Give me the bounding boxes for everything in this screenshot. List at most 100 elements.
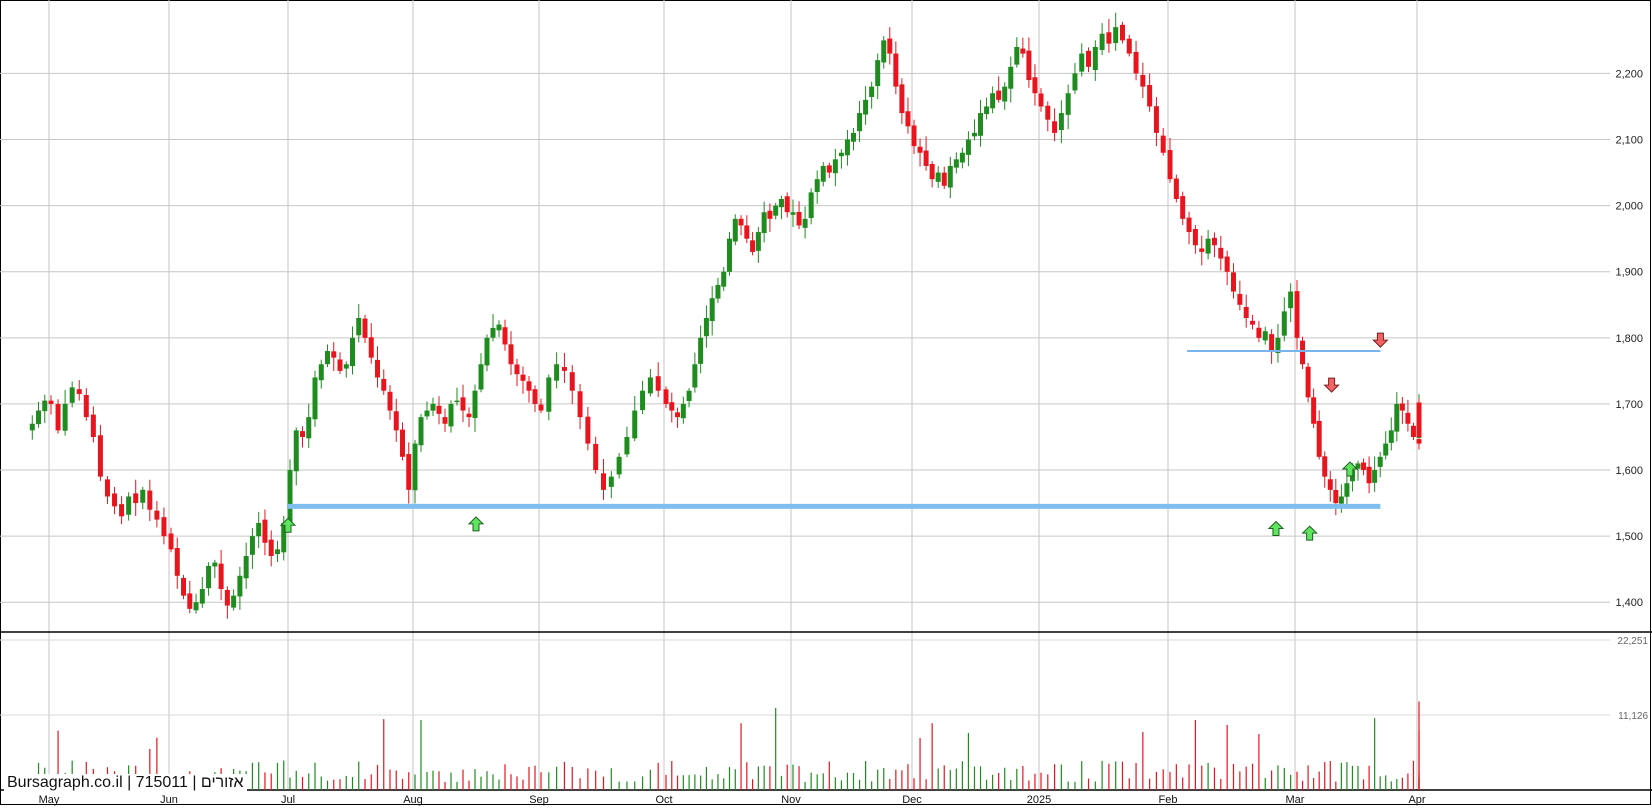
candle-body xyxy=(869,86,875,98)
candle-body xyxy=(199,589,205,604)
candle-body xyxy=(1086,50,1092,67)
candle-body xyxy=(526,381,532,391)
candle-body xyxy=(1099,33,1105,50)
candle-body xyxy=(703,317,709,337)
candle-body xyxy=(1316,420,1322,457)
candle-body xyxy=(1388,430,1394,443)
candle-body xyxy=(978,113,984,136)
candle-body xyxy=(1372,470,1378,483)
x-tick-label: 2025 xyxy=(1027,794,1051,806)
candle-body xyxy=(996,90,1002,100)
candle-body xyxy=(953,159,959,168)
x-tick-label: Apr xyxy=(1408,794,1425,806)
candle-body xyxy=(154,510,160,520)
candle-body xyxy=(1224,256,1230,272)
candle-body xyxy=(306,417,312,439)
candle-body xyxy=(887,38,893,54)
candle-body xyxy=(1218,247,1224,259)
candle-body xyxy=(1394,403,1400,432)
candle-body xyxy=(268,539,274,556)
candle-body xyxy=(312,377,318,420)
price-tick-label: 1,600 xyxy=(1615,465,1643,477)
candle-body xyxy=(990,93,996,109)
price-tick-label: 1,800 xyxy=(1615,333,1643,345)
candle-body xyxy=(1231,272,1236,292)
candle-body xyxy=(546,377,552,412)
candle-body xyxy=(790,212,796,215)
candle-body xyxy=(1192,228,1198,246)
candle-body xyxy=(454,400,460,403)
candle-body xyxy=(577,391,583,418)
candle-body xyxy=(585,416,591,444)
candle-body xyxy=(647,377,653,394)
volume-tick-label: 11,126 xyxy=(1618,711,1648,722)
candle-body xyxy=(502,327,508,345)
candle-body xyxy=(1256,327,1262,338)
candle-body xyxy=(1322,456,1328,477)
candle-body xyxy=(1180,196,1186,219)
candle-body xyxy=(1399,403,1405,411)
candle-body xyxy=(857,113,863,132)
candle-body xyxy=(532,389,538,404)
candle-body xyxy=(732,218,738,242)
candle-body xyxy=(274,549,280,555)
candle-body xyxy=(325,351,330,365)
candle-body xyxy=(826,165,832,173)
price-tick-label: 2,200 xyxy=(1615,68,1643,80)
candle-body xyxy=(686,390,692,401)
candle-body xyxy=(42,400,48,412)
candle-body xyxy=(1383,443,1389,456)
candle-body xyxy=(350,337,355,367)
candle-body xyxy=(1140,74,1146,87)
candle-body xyxy=(755,232,761,251)
candle-body xyxy=(941,172,947,186)
candle-body xyxy=(1147,85,1153,107)
candle-body xyxy=(343,364,349,369)
candle-body xyxy=(387,391,393,411)
candle-body xyxy=(1119,24,1125,41)
candle-body xyxy=(738,218,744,226)
candle-body xyxy=(1416,439,1422,444)
candle-body xyxy=(424,410,430,417)
candle-body xyxy=(362,318,368,338)
candle-body xyxy=(1377,456,1383,467)
candle-body xyxy=(140,489,146,503)
candle-body xyxy=(1160,135,1166,153)
candle-body xyxy=(368,337,374,358)
candle-body xyxy=(569,372,575,391)
candle-body xyxy=(412,443,418,491)
candle-body xyxy=(1113,27,1119,44)
candle-body xyxy=(893,53,899,87)
candle-body xyxy=(917,146,923,153)
candle-body xyxy=(126,496,132,515)
candle-body xyxy=(1288,291,1294,309)
x-tick-label: Sep xyxy=(529,794,549,806)
candle-body xyxy=(36,410,42,425)
candle-body xyxy=(48,400,54,404)
candle-body xyxy=(640,390,646,411)
candle-body xyxy=(1079,53,1085,72)
price-tick-label: 2,000 xyxy=(1615,201,1643,213)
candle-body xyxy=(984,106,990,115)
candle-body xyxy=(832,159,838,174)
chart-frame xyxy=(0,0,1651,805)
candle-body xyxy=(1269,334,1275,352)
candle-body xyxy=(318,364,324,381)
candle-body xyxy=(293,430,299,472)
candle-body xyxy=(761,212,767,234)
candle-body xyxy=(750,240,756,252)
candle-body xyxy=(601,473,606,490)
candle-body xyxy=(1020,48,1026,54)
candle-body xyxy=(224,589,230,606)
candle-body xyxy=(778,199,784,208)
candle-body xyxy=(875,60,881,87)
candle-body xyxy=(460,397,466,411)
candle-body xyxy=(1262,331,1268,341)
candle-body xyxy=(1014,46,1020,65)
candle-body xyxy=(1205,238,1211,254)
candle-body xyxy=(784,196,790,213)
candle-body xyxy=(55,404,61,431)
candle-body xyxy=(923,150,929,166)
x-tick-label: Mar xyxy=(1286,794,1305,806)
candle-body xyxy=(76,389,82,395)
